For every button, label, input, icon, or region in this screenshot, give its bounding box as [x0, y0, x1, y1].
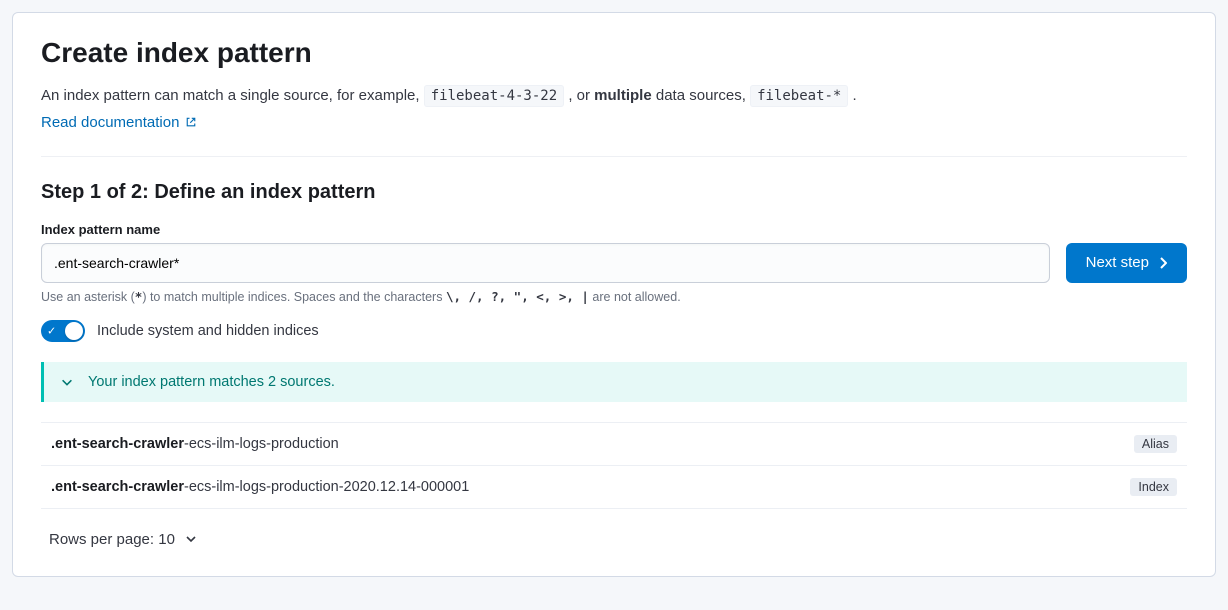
match-prefix: .ent-search-crawler: [51, 436, 184, 452]
chevron-down-icon: [60, 375, 74, 389]
toggle-knob: [65, 322, 83, 340]
chevron-right-icon: [1159, 257, 1167, 269]
next-step-button[interactable]: Next step: [1066, 243, 1187, 283]
include-hidden-toggle[interactable]: ✓: [41, 320, 85, 342]
match-prefix: .ent-search-crawler: [51, 479, 184, 495]
helper-text: Use an asterisk (*) to match multiple in…: [41, 289, 1050, 304]
read-documentation-link[interactable]: Read documentation: [41, 114, 197, 131]
index-pattern-name-input[interactable]: [41, 243, 1050, 283]
code-example-single: filebeat-4-3-22: [424, 85, 564, 107]
page-title: Create index pattern: [41, 37, 1187, 69]
chevron-down-icon: [185, 535, 197, 543]
code-example-multi: filebeat-*: [750, 85, 848, 107]
index-name: .ent-search-crawler-ecs-ilm-logs-product…: [51, 436, 339, 452]
create-index-pattern-card: Create index pattern An index pattern ca…: [12, 12, 1216, 577]
rows-per-page-label: Rows per page: 10: [49, 531, 175, 548]
intro-suffix: .: [853, 87, 857, 104]
step-title: Step 1 of 2: Define an index pattern: [41, 181, 1187, 204]
callout-text: Your index pattern matches 2 sources.: [88, 374, 335, 390]
divider: [41, 156, 1187, 157]
input-wrap: Use an asterisk (*) to match multiple in…: [41, 243, 1050, 304]
rows-per-page-select[interactable]: Rows per page: 10: [41, 527, 205, 552]
index-name: .ent-search-crawler-ecs-ilm-logs-product…: [51, 479, 469, 495]
check-icon: ✓: [47, 324, 56, 337]
intro-bold: multiple: [594, 87, 652, 104]
helper-prefix: Use an asterisk (: [41, 290, 135, 304]
next-step-label: Next step: [1086, 254, 1149, 271]
type-badge: Index: [1130, 478, 1177, 496]
index-pattern-name-label: Index pattern name: [41, 222, 1187, 237]
include-hidden-toggle-label: Include system and hidden indices: [97, 323, 319, 339]
table-row: .ent-search-crawler-ecs-ilm-logs-product…: [41, 465, 1187, 509]
intro-mid: , or: [568, 87, 594, 104]
external-link-icon: [185, 116, 197, 128]
intro-prefix: An index pattern can match a single sour…: [41, 87, 424, 104]
helper-chars: \, /, ?, ", <, >, |: [446, 289, 589, 304]
helper-mid: ) to match multiple indices. Spaces and …: [142, 290, 446, 304]
match-suffix: -ecs-ilm-logs-production-2020.12.14-0000…: [184, 479, 469, 495]
helper-suffix: are not allowed.: [589, 290, 681, 304]
include-hidden-toggle-row: ✓ Include system and hidden indices: [41, 320, 1187, 342]
intro-after-bold: data sources,: [656, 87, 750, 104]
table-row: .ent-search-crawler-ecs-ilm-logs-product…: [41, 422, 1187, 465]
match-callout: Your index pattern matches 2 sources.: [41, 362, 1187, 402]
input-row: Use an asterisk (*) to match multiple in…: [41, 243, 1187, 304]
results-table: .ent-search-crawler-ecs-ilm-logs-product…: [41, 422, 1187, 509]
read-documentation-label: Read documentation: [41, 114, 179, 131]
match-suffix: -ecs-ilm-logs-production: [184, 436, 339, 452]
type-badge: Alias: [1134, 435, 1177, 453]
intro-text: An index pattern can match a single sour…: [41, 85, 1187, 108]
